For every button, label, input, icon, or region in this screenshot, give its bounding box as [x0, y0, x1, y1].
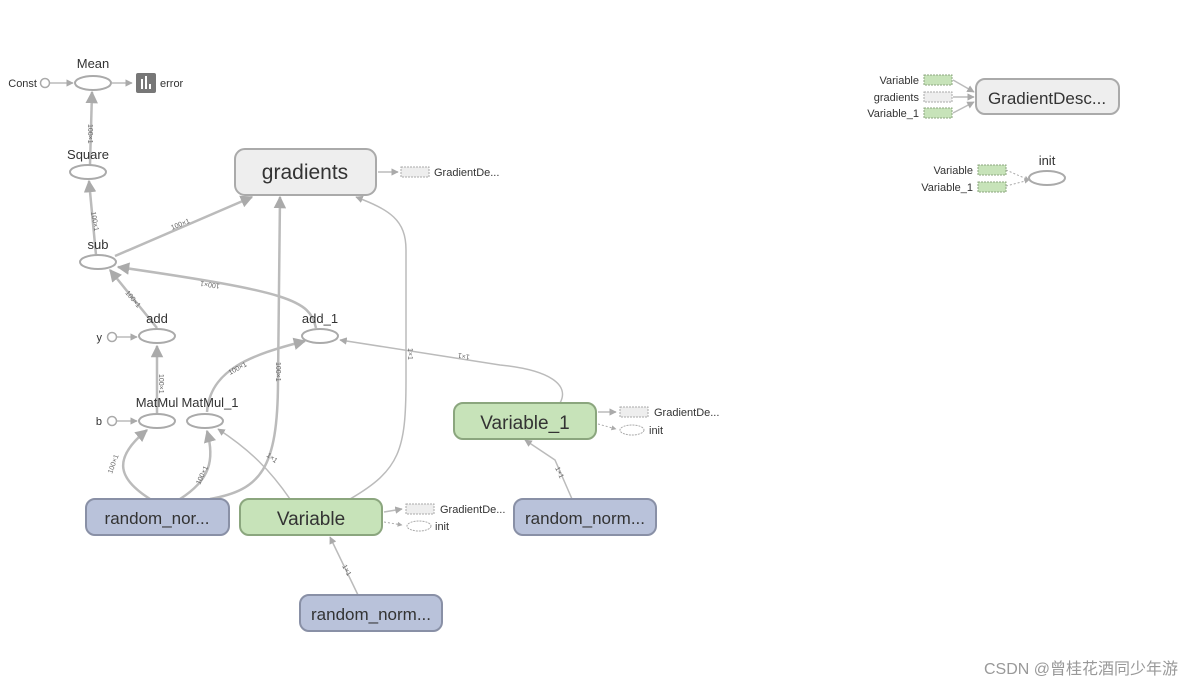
aux-variable-gradientdescent[interactable]: GradientDe...: [405, 503, 505, 516]
node-variable-1[interactable]: Variable_1: [453, 402, 597, 440]
svg-text:add: add: [146, 311, 168, 326]
node-mean[interactable]: Mean: [74, 56, 112, 91]
svg-text:Variable: Variable: [879, 75, 919, 87]
node-gradient-descent[interactable]: GradientDesc...: [975, 78, 1120, 115]
edge-label: 100×1: [274, 362, 281, 382]
aux-variable-1-gradientdescent[interactable]: GradientDe...: [619, 406, 719, 419]
svg-text:MatMul_1: MatMul_1: [181, 395, 238, 410]
node-gradients[interactable]: gradients: [234, 148, 377, 196]
svg-text:GradientDesc...: GradientDesc...: [988, 89, 1106, 108]
node-init[interactable]: init: [1028, 153, 1066, 186]
node-const[interactable]: Const: [8, 77, 51, 90]
svg-text:GradientDe...: GradientDe...: [440, 504, 505, 516]
svg-text:MatMul: MatMul: [136, 395, 179, 410]
watermark: CSDN @曾桂花酒同少年游: [983, 661, 1178, 678]
svg-text:Const: Const: [8, 78, 37, 90]
edge-label: 100×1: [107, 454, 120, 475]
edge-label: 1×1: [340, 564, 352, 578]
svg-text:init: init: [649, 425, 663, 437]
svg-text:sub: sub: [88, 237, 109, 252]
svg-text:init: init: [435, 521, 449, 533]
svg-text:y: y: [97, 332, 103, 344]
svg-text:Variable_1: Variable_1: [480, 413, 569, 434]
edge-label: 100×1: [200, 279, 221, 289]
svg-text:random_norm...: random_norm...: [311, 605, 431, 624]
svg-text:b: b: [96, 416, 102, 428]
node-square[interactable]: Square: [67, 147, 109, 180]
graph-canvas[interactable]: 100×1 100×1 100×1 100×1 100×1 100×1 100×…: [0, 0, 1194, 689]
svg-text:Variable: Variable: [933, 165, 973, 177]
svg-text:error: error: [160, 78, 184, 90]
init-input-variable-1[interactable]: Variable_1: [921, 181, 1007, 194]
node-error-summary[interactable]: error: [136, 73, 184, 93]
svg-text:gradients: gradients: [262, 161, 348, 184]
svg-text:Variable: Variable: [277, 509, 345, 530]
svg-text:GradientDe...: GradientDe...: [434, 167, 499, 179]
node-b[interactable]: b: [96, 415, 118, 428]
edge-label: 100×1: [228, 361, 249, 376]
gd-input-gradients[interactable]: gradients: [874, 91, 953, 104]
init-input-variable[interactable]: Variable: [933, 164, 1007, 177]
aux-gradientdescent[interactable]: GradientDe...: [400, 166, 499, 179]
svg-text:random_norm...: random_norm...: [525, 509, 645, 528]
node-variable[interactable]: Variable: [239, 498, 383, 536]
svg-text:Mean: Mean: [77, 56, 110, 71]
node-random-normal-2[interactable]: random_norm...: [513, 498, 657, 536]
edge-label: 100×1: [123, 290, 141, 310]
svg-text:random_nor...: random_nor...: [105, 509, 210, 528]
svg-text:init: init: [1039, 153, 1056, 168]
svg-text:Variable_1: Variable_1: [867, 108, 919, 120]
node-add-1[interactable]: add_1: [301, 311, 339, 344]
node-sub[interactable]: sub: [79, 237, 117, 270]
node-matmul-1[interactable]: MatMul_1: [181, 395, 239, 429]
svg-text:add_1: add_1: [302, 311, 338, 326]
edge-label: 100×1: [89, 211, 99, 232]
node-random-normal-1[interactable]: random_norm...: [299, 594, 443, 632]
node-random-normal[interactable]: random_nor...: [85, 498, 230, 536]
aux-variable-init[interactable]: init: [406, 520, 449, 533]
gd-input-variable-1[interactable]: Variable_1: [867, 107, 953, 120]
svg-text:Variable_1: Variable_1: [921, 182, 973, 194]
edge-label: 100×1: [170, 218, 191, 232]
edge-label: 100×1: [195, 465, 210, 486]
edge-label: 100×1: [157, 374, 164, 394]
aux-variable-1-init[interactable]: init: [619, 424, 663, 437]
svg-text:Square: Square: [67, 147, 109, 162]
edge-label: 1×1: [406, 348, 413, 360]
edge-label: 1×1: [457, 351, 470, 360]
svg-text:gradients: gradients: [874, 92, 920, 104]
edge-label: 100×1: [86, 124, 93, 144]
node-y[interactable]: y: [97, 331, 118, 344]
svg-text:GradientDe...: GradientDe...: [654, 407, 719, 419]
gd-input-variable[interactable]: Variable: [879, 74, 953, 87]
